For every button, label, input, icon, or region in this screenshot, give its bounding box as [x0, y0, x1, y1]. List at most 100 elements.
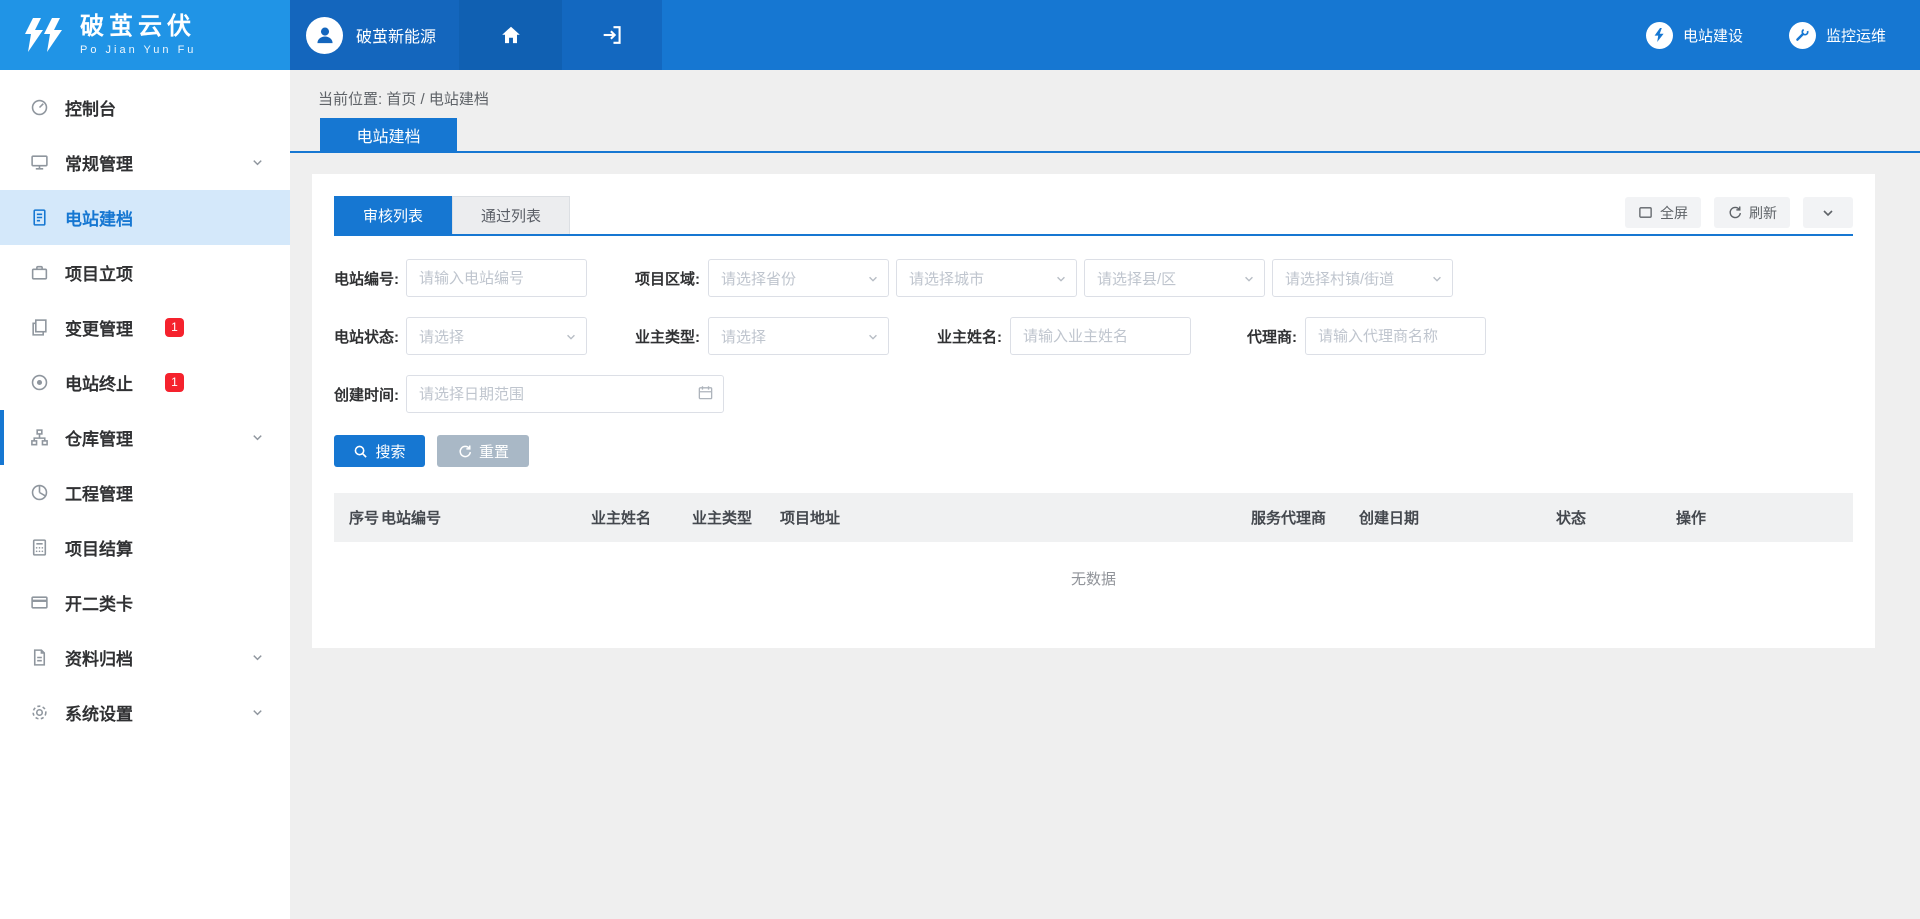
sidebar-item-system-settings[interactable]: 系统设置	[0, 685, 290, 740]
nav-station-build-label: 电站建设	[1683, 25, 1743, 46]
breadcrumb-separator: /	[421, 91, 425, 108]
province-select[interactable]: 请选择省份	[708, 259, 889, 297]
county-select[interactable]: 请选择县/区	[1084, 259, 1265, 297]
column-header: 序号	[334, 507, 381, 528]
sidebar-item-engineering-management[interactable]: 工程管理	[0, 465, 290, 520]
header-right-nav: 电站建设 监控运维	[1646, 0, 1920, 70]
column-header: 服务代理商	[1251, 507, 1359, 528]
calculator-icon	[30, 538, 50, 558]
sidebar-item-general-management[interactable]: 常规管理	[0, 135, 290, 190]
agent-label: 代理商:	[1247, 326, 1297, 347]
reset-icon	[457, 444, 472, 459]
sidebar-item-project-settlement[interactable]: 项目结算	[0, 520, 290, 575]
breadcrumb: 当前位置: 首页 / 电站建档	[290, 70, 1920, 109]
chevron-down-icon	[1821, 206, 1835, 220]
filter-row-1: 电站编号: 项目区域: 请选择省份 请选择城市 请选择县/区	[334, 259, 1853, 297]
sidebar-item-dashboard[interactable]: 控制台	[0, 80, 290, 135]
chevron-down-icon	[251, 156, 264, 169]
tab-review-list[interactable]: 审核列表	[334, 196, 452, 234]
chevron-down-icon	[251, 706, 264, 719]
breadcrumb-current[interactable]: 电站建档	[429, 91, 489, 108]
sidebar: 控制台 常规管理 电站建档 项目立项	[0, 70, 290, 919]
user-menu[interactable]: 破茧新能源	[290, 0, 459, 70]
owner-type-label: 业主类型:	[635, 326, 700, 347]
column-header: 创建日期	[1359, 507, 1556, 528]
nav-monitor-ops-label: 监控运维	[1826, 25, 1886, 46]
town-select[interactable]: 请选择村镇/街道	[1272, 259, 1453, 297]
panel-tabs: 审核列表 通过列表 全屏 刷新	[334, 196, 1853, 236]
app-subtitle: Po Jian Yun Fu	[80, 44, 196, 57]
reset-button[interactable]: 重置	[437, 435, 529, 467]
copy-icon	[30, 318, 50, 338]
dashboard-icon	[30, 98, 50, 118]
region-label: 项目区域:	[635, 268, 700, 289]
logout-button[interactable]	[562, 0, 662, 70]
table-header-row: 序号 电站编号 业主姓名 业主类型 项目地址 服务代理商 创建日期 状态 操作	[334, 493, 1853, 542]
create-time-label: 创建时间:	[334, 384, 398, 405]
app-logo[interactable]: 破茧云伏 Po Jian Yun Fu	[0, 0, 290, 70]
chevron-down-icon	[251, 651, 264, 664]
owner-name-input[interactable]	[1010, 317, 1191, 355]
filter-row-3: 创建时间:	[334, 375, 1853, 413]
sidebar-item-station-termination[interactable]: 电站终止 1	[0, 355, 290, 410]
notification-badge: 1	[165, 318, 184, 337]
gear-icon	[30, 703, 50, 723]
filter-form: 电站编号: 项目区域: 请选择省份 请选择城市 请选择县/区	[334, 259, 1853, 413]
content-panel: 审核列表 通过列表 全屏 刷新	[312, 174, 1875, 648]
main-content: 当前位置: 首页 / 电站建档 电站建档 审核列表 通过列表 全屏	[290, 70, 1920, 919]
sidebar-item-station-archive[interactable]: 电站建档	[0, 190, 290, 245]
chevron-down-icon	[565, 331, 577, 343]
column-header: 状态	[1556, 507, 1676, 528]
chevron-down-icon	[867, 273, 879, 285]
sidebar-item-warehouse-management[interactable]: 仓库管理	[0, 410, 290, 465]
search-button[interactable]: 搜索	[334, 435, 425, 467]
chevron-down-icon	[867, 331, 879, 343]
notification-badge: 1	[165, 373, 184, 392]
breadcrumb-prefix: 当前位置:	[318, 91, 382, 108]
nav-monitor-ops[interactable]: 监控运维	[1789, 22, 1886, 49]
card-icon	[30, 593, 50, 613]
chevron-down-icon	[1055, 273, 1067, 285]
breadcrumb-home[interactable]: 首页	[386, 91, 416, 108]
results-table: 序号 电站编号 业主姓名 业主类型 项目地址 服务代理商 创建日期 状态 操作 …	[334, 493, 1853, 614]
page-tab-bar: 电站建档	[290, 118, 1920, 153]
lightning-icon	[1646, 22, 1673, 49]
sidebar-item-card-opening[interactable]: 开二类卡	[0, 575, 290, 630]
refresh-button[interactable]: 刷新	[1714, 197, 1790, 228]
agent-input[interactable]	[1305, 317, 1486, 355]
station-no-input[interactable]	[406, 259, 587, 297]
sitemap-icon	[30, 428, 50, 448]
pie-chart-icon	[30, 483, 50, 503]
panel-toolbar: 全屏 刷新	[1625, 197, 1853, 228]
wrench-icon	[1789, 22, 1816, 49]
owner-type-select[interactable]: 请选择	[708, 317, 889, 355]
page-tab-station-archive[interactable]: 电站建档	[320, 118, 457, 151]
fullscreen-button[interactable]: 全屏	[1625, 197, 1701, 228]
station-status-label: 电站状态:	[334, 326, 398, 347]
refresh-icon	[1727, 205, 1742, 220]
collapse-button[interactable]	[1803, 197, 1853, 228]
sidebar-item-project-initiation[interactable]: 项目立项	[0, 245, 290, 300]
date-range-field	[406, 375, 724, 413]
station-no-label: 电站编号:	[334, 268, 398, 289]
sidebar-item-change-management[interactable]: 变更管理 1	[0, 300, 290, 355]
city-select[interactable]: 请选择城市	[896, 259, 1077, 297]
filter-actions: 搜索 重置	[334, 435, 1853, 467]
station-status-select[interactable]: 请选择	[406, 317, 587, 355]
nav-station-build[interactable]: 电站建设	[1646, 22, 1743, 49]
avatar	[306, 17, 343, 54]
tab-passed-list[interactable]: 通过列表	[452, 196, 570, 234]
column-header: 项目地址	[780, 507, 1251, 528]
search-icon	[353, 444, 368, 459]
top-header: 破茧云伏 Po Jian Yun Fu 破茧新能源	[0, 0, 1920, 70]
home-button[interactable]	[459, 0, 562, 70]
column-header: 业主姓名	[591, 507, 692, 528]
briefcase-icon	[30, 263, 50, 283]
date-range-input[interactable]	[406, 375, 724, 413]
sidebar-item-data-archive[interactable]: 资料归档	[0, 630, 290, 685]
filter-row-2: 电站状态: 请选择 业主类型: 请选择 业主姓名: 代理商:	[334, 317, 1853, 355]
chevron-down-icon	[1243, 273, 1255, 285]
archive-icon	[30, 648, 50, 668]
user-name: 破茧新能源	[356, 23, 436, 47]
calendar-icon[interactable]	[697, 384, 714, 401]
